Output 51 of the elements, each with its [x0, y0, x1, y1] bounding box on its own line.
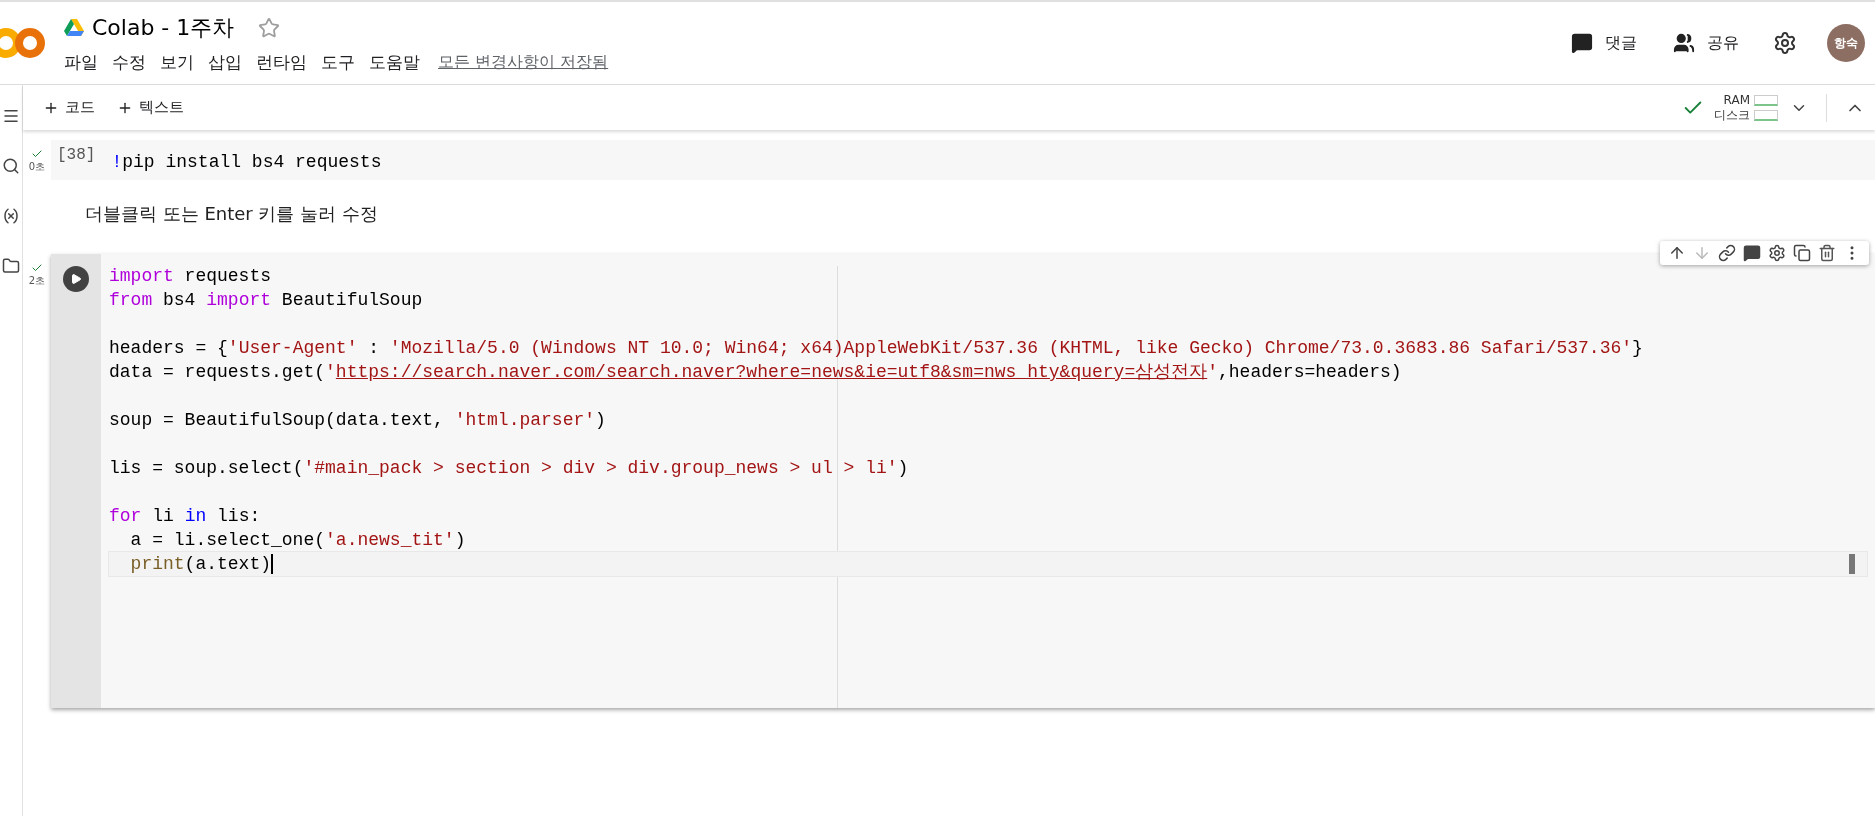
run-button[interactable] [63, 266, 89, 292]
code-cell[interactable]: [38] !pip install bs4 requests [51, 140, 1875, 180]
search-icon[interactable] [2, 157, 20, 175]
settings-icon[interactable] [1768, 244, 1786, 262]
people-icon [1673, 32, 1695, 54]
menu-item[interactable]: 삽입 [208, 50, 242, 74]
code-line: a = li.select_one('a.news_tit') [130, 530, 466, 550]
text-cell[interactable]: 더블클릭 또는 Enter 키를 눌러 수정 [23, 188, 1875, 226]
menu-item[interactable]: 보기 [160, 50, 194, 74]
move-up-icon[interactable] [1668, 244, 1686, 262]
menu-item[interactable]: 런타임 [256, 50, 307, 74]
code-line: import requests [109, 266, 272, 286]
execution-count: [38] [56, 146, 97, 166]
check-icon [31, 148, 43, 160]
run-time: 0초 [28, 160, 46, 174]
code-line: data = requests.get('https://search.naver.com/search.naver?where=news&ie=utf8&sm=nws_hty&query=삼성전자',headers=headers) [109, 362, 1402, 382]
scrollbar-mark [1849, 554, 1855, 574]
menu-item[interactable]: 도움말 [369, 50, 420, 74]
add-text-button[interactable]: 텍스트 [113, 96, 188, 119]
code-line: headers = {'User-Agent' : 'Mozilla/5.0 (Windows NT 10.0; Win64; x64)AppleWebKit/537.36 (KHTML, like Gecko) Chrome/73.0.3683.86 Safari/537.36'} [109, 338, 1643, 358]
star-icon[interactable] [258, 16, 281, 39]
code-line: lis = soup.select('#main_pack > section > div > div.group_news > ul > li') [109, 458, 909, 478]
folder-icon[interactable] [2, 257, 20, 275]
code-line: for li in lis: [109, 506, 261, 526]
play-icon [70, 273, 82, 285]
comment-button[interactable]: 댓글 [1567, 28, 1641, 58]
avatar[interactable]: 항숙 [1827, 24, 1865, 62]
check-icon [31, 262, 43, 274]
run-time: 2초 [28, 274, 46, 288]
code-line: soup = BeautifulSoup(data.text, 'html.parser') [109, 410, 606, 430]
comment-icon[interactable] [1743, 244, 1761, 262]
menu-icon[interactable] [2, 107, 20, 125]
comment-icon [1571, 32, 1593, 54]
notebook-title[interactable]: Colab - 1주차 [92, 12, 235, 43]
drive-icon [64, 18, 84, 37]
delete-icon[interactable] [1818, 244, 1836, 262]
menu-item[interactable]: 수정 [112, 50, 146, 74]
code-cell[interactable] [51, 254, 1875, 708]
save-status-link[interactable]: 모든 변경사항이 저장됨 [438, 51, 609, 73]
text-cursor [271, 554, 274, 575]
menu-item[interactable]: 파일 [64, 50, 98, 74]
variable-icon[interactable] [2, 207, 20, 225]
code-line: !pip install bs4 requests [111, 152, 382, 172]
resource-indicator[interactable]: RAM 디스크 [1714, 92, 1778, 123]
link-icon[interactable] [1718, 244, 1736, 262]
code-line: from bs4 import BeautifulSoup [109, 290, 423, 310]
add-code-button[interactable]: 코드 [39, 96, 99, 119]
share-button[interactable]: 공유 [1669, 28, 1743, 58]
menu-item[interactable]: 도구 [321, 50, 355, 74]
copy-icon[interactable] [1793, 244, 1811, 262]
code-line: print(a.text) [130, 554, 272, 574]
